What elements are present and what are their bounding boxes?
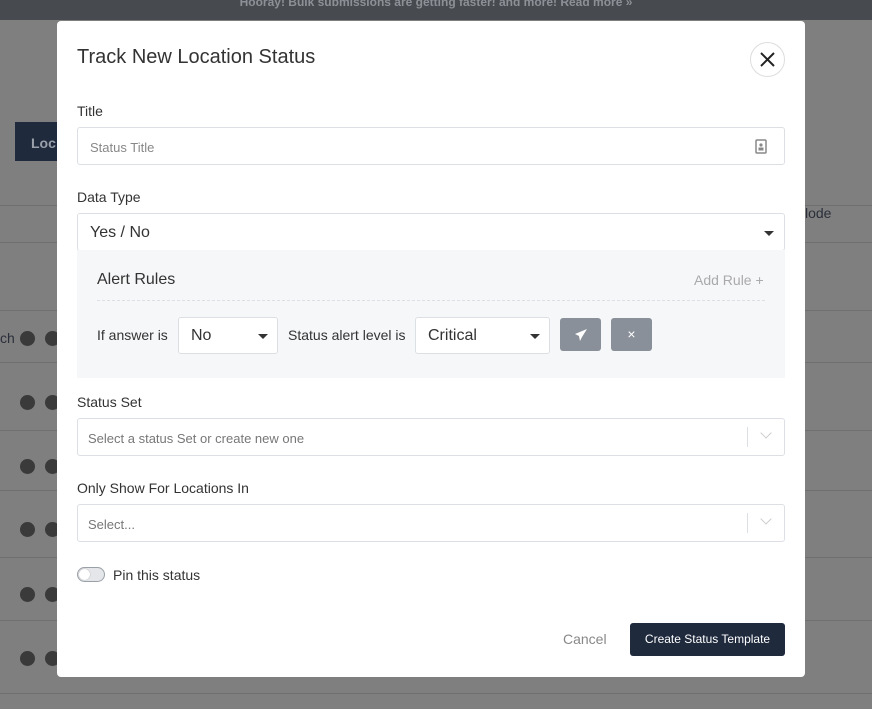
banner-text: Hooray! Bulk submissions are getting fas… (239, 0, 633, 9)
title-placeholder: Status Title (90, 140, 155, 155)
status-dot (20, 331, 35, 346)
close-icon: × (627, 326, 636, 342)
locations-select[interactable]: Select... (77, 504, 785, 542)
contact-card-icon (755, 139, 767, 154)
pin-label: Pin this status (113, 567, 201, 583)
send-alert-button[interactable] (560, 318, 601, 351)
data-type-value: Yes / No (90, 224, 150, 241)
caret-down-icon (764, 231, 774, 236)
data-type-label: Data Type (77, 189, 141, 205)
alert-level-label: Status alert level is (288, 327, 406, 343)
modal-title: Track New Location Status (77, 46, 316, 68)
cancel-button[interactable]: Cancel (563, 631, 607, 647)
data-type-select[interactable]: Yes / No (77, 213, 785, 251)
status-set-label: Status Set (77, 394, 142, 410)
caret-down-icon (258, 334, 268, 339)
answer-select[interactable]: No (178, 317, 278, 354)
track-location-status-modal: Track New Location Status Title Status T… (57, 21, 805, 677)
separator (747, 513, 748, 533)
chevron-down-icon (760, 513, 772, 525)
chevron-down-icon (760, 427, 772, 439)
title-label: Title (77, 103, 103, 119)
paper-plane-icon (574, 329, 587, 341)
alert-level-value: Critical (428, 327, 477, 344)
toggle-knob (79, 569, 90, 580)
close-icon (760, 52, 775, 67)
divider (0, 693, 872, 694)
pin-toggle[interactable] (77, 567, 105, 582)
status-set-placeholder: Select a status Set or create new one (88, 431, 305, 446)
if-answer-label: If answer is (97, 327, 168, 343)
announcement-banner[interactable]: Hooray! Bulk submissions are getting fas… (0, 0, 872, 20)
alert-rules-panel: Alert Rules Add Rule + If answer is No S… (77, 250, 785, 378)
status-dot (20, 587, 35, 602)
divider (97, 300, 765, 301)
background-row-text: ch (0, 330, 15, 346)
alert-level-select[interactable]: Critical (415, 317, 550, 354)
create-status-template-button[interactable]: Create Status Template (630, 623, 785, 656)
separator (747, 427, 748, 447)
status-dot (20, 459, 35, 474)
alert-rules-heading: Alert Rules (97, 271, 176, 288)
remove-rule-button[interactable]: × (611, 318, 652, 351)
status-set-select[interactable]: Select a status Set or create new one (77, 418, 785, 456)
title-input[interactable]: Status Title (77, 127, 785, 165)
close-button[interactable] (750, 42, 785, 77)
add-rule-link[interactable]: Add Rule + (694, 272, 764, 288)
status-dot (20, 651, 35, 666)
status-dot (20, 522, 35, 537)
answer-value: No (191, 327, 212, 344)
locations-placeholder: Select... (88, 517, 135, 532)
caret-down-icon (530, 334, 540, 339)
locations-label: Only Show For Locations In (77, 480, 249, 496)
background-text: lode (805, 205, 832, 221)
status-dot (20, 395, 35, 410)
